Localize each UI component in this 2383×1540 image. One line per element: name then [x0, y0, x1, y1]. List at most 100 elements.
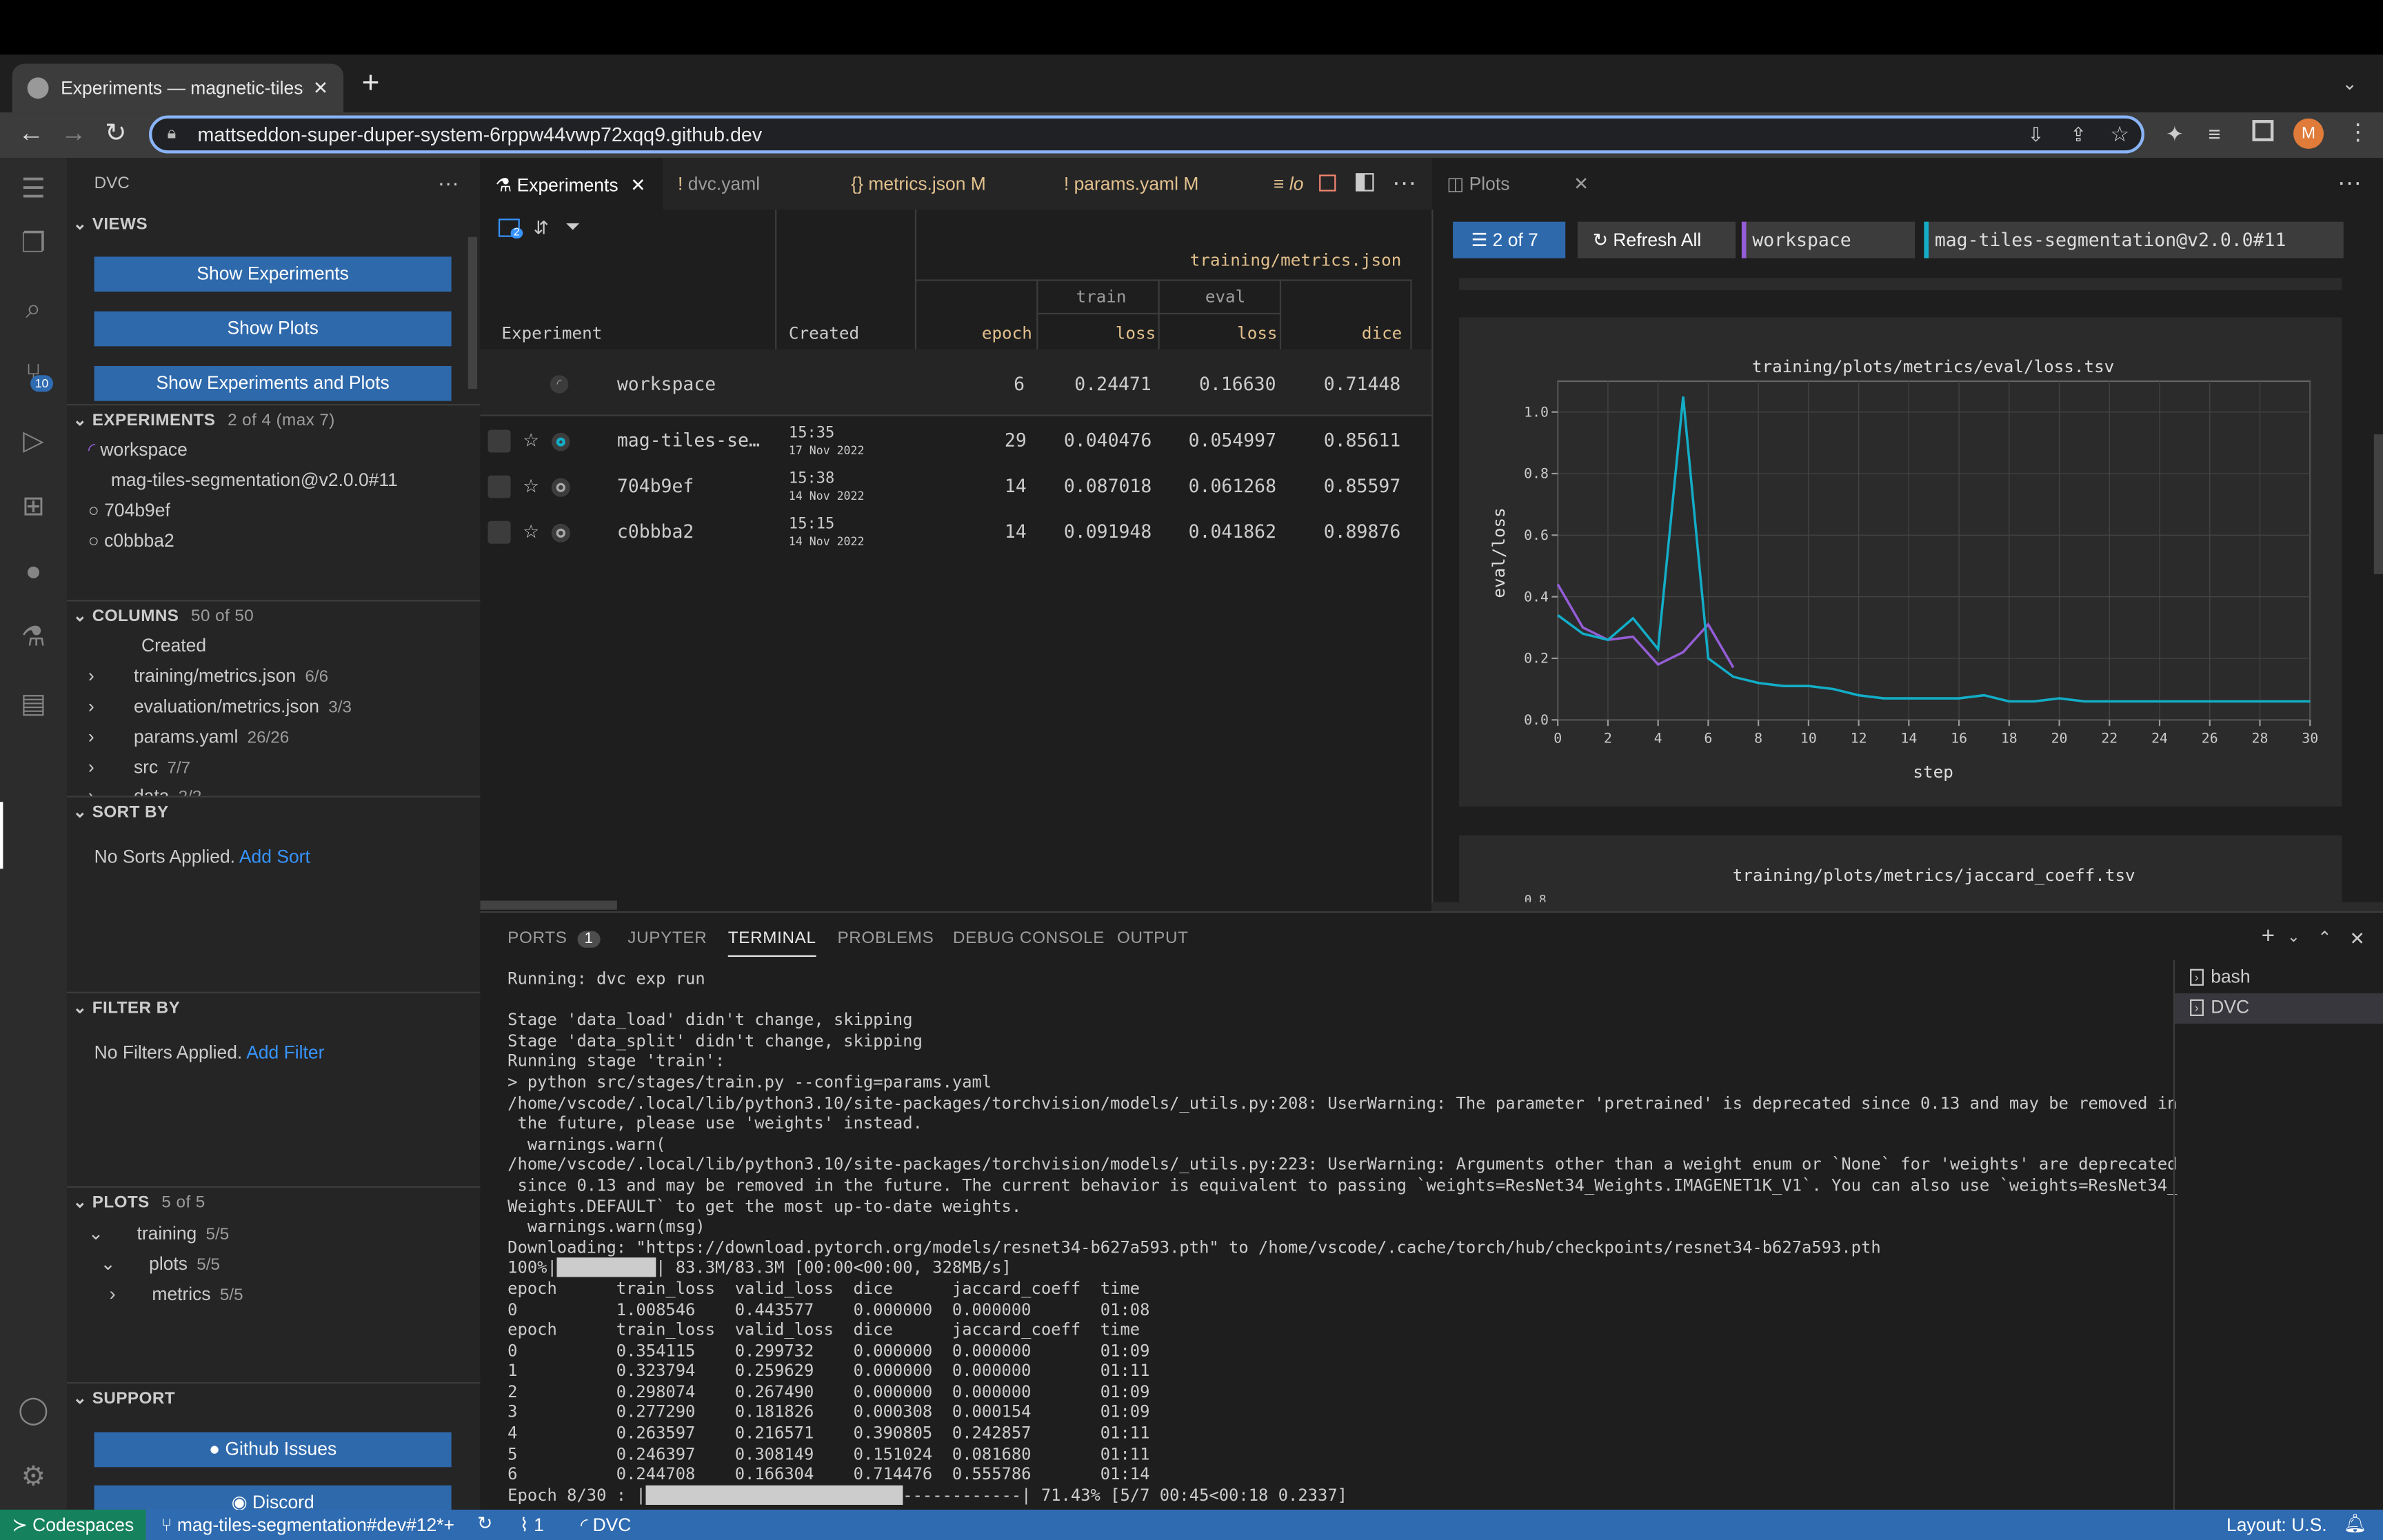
column-item-data[interactable]: ›data2/2: [88, 785, 202, 796]
tab-jupyter[interactable]: JUPYTER: [627, 929, 707, 947]
accounts-icon[interactable]: ◯: [15, 1391, 52, 1428]
columns-section-header[interactable]: ⌄ COLUMNS 50 of 50: [73, 606, 254, 625]
toolbar-sort-icon[interactable]: ⇵: [534, 217, 549, 239]
show-experiments-button[interactable]: Show Experiments: [94, 256, 452, 292]
star-icon[interactable]: ☆: [523, 476, 539, 497]
bookmark-star-icon[interactable]: ☆: [2110, 121, 2129, 147]
row-checkbox[interactable]: [487, 520, 511, 544]
settings-icon[interactable]: ⚙: [15, 1458, 52, 1495]
tab-plots[interactable]: ◫ Plots ✕: [1431, 158, 1599, 210]
close-tab-icon[interactable]: ✕: [1573, 173, 1589, 194]
new-tab-button[interactable]: +: [362, 67, 380, 102]
reload-icon[interactable]: ↻: [105, 119, 126, 149]
close-tab-icon[interactable]: ✕: [630, 174, 645, 196]
sync-icon[interactable]: ↻: [477, 1512, 492, 1534]
extensions-puzzle-icon[interactable]: ✦: [2166, 121, 2184, 147]
add-sort-link[interactable]: Add Sort: [239, 846, 310, 867]
column-item-params[interactable]: › params.yaml 26/26: [88, 726, 289, 747]
keyboard-layout[interactable]: Layout: U.S.: [2226, 1514, 2327, 1536]
plots-scrollbar[interactable]: [2373, 434, 2383, 574]
show-plots-button[interactable]: Show Plots: [94, 311, 452, 347]
plots-more-icon[interactable]: ···: [2337, 170, 2362, 198]
close-tab-icon[interactable]: ✕: [313, 77, 328, 99]
revision-chip-mag-tiles[interactable]: mag-tiles-segmentation@v2.0.0#11: [1924, 221, 2344, 259]
maximize-panel-icon[interactable]: ⌃: [2317, 928, 2331, 947]
experiments-section-header[interactable]: ⌄ EXPERIMENTS 2 of 4 (max 7): [73, 410, 335, 429]
tab-problems[interactable]: PROBLEMS: [837, 929, 934, 947]
filter-section-header[interactable]: ⌄ FILTER BY: [73, 998, 180, 1017]
terminal-item-dvc[interactable]: › DVC: [2190, 996, 2249, 1017]
tab-ports[interactable]: PORTS 1: [507, 929, 601, 948]
col-epoch[interactable]: epoch: [982, 323, 1032, 343]
plot-tree-metrics[interactable]: › metrics 5/5: [110, 1284, 243, 1305]
profile-avatar[interactable]: M: [2293, 118, 2324, 149]
row-checkbox[interactable]: [487, 429, 511, 453]
experiment-item-mag-tiles[interactable]: mag-tiles-segmentation@v2.0.0#11: [111, 469, 398, 491]
col-dice[interactable]: dice: [1362, 323, 1402, 343]
discord-button[interactable]: ◉ Discord: [94, 1485, 452, 1510]
address-bar[interactable]: 🔒︎ mattseddon-super-duper-system-6rppw44…: [149, 115, 2144, 154]
extensions-icon[interactable]: ⊞: [15, 487, 52, 524]
column-item-training-metrics[interactable]: › training/metrics.json 6/6: [88, 665, 328, 687]
back-icon[interactable]: ←: [18, 119, 43, 149]
terminal-dropdown-icon[interactable]: ⌄: [2287, 929, 2300, 946]
github-icon[interactable]: ●: [15, 553, 52, 589]
sidepanel-icon[interactable]: [2252, 120, 2274, 141]
browser-tab[interactable]: Experiments — magnetic-tiles- ✕: [12, 63, 344, 113]
unselected-dot-icon[interactable]: [552, 524, 570, 543]
star-icon[interactable]: ☆: [523, 430, 539, 452]
branch-indicator[interactable]: ⑂ mag-tiles-segmentation#dev#12*+: [161, 1514, 454, 1536]
github-issues-button[interactable]: ● Github Issues: [94, 1432, 452, 1468]
tab-search-icon[interactable]: ⌄: [2342, 73, 2357, 94]
media-icon[interactable]: ≡: [2209, 121, 2221, 145]
forward-icon[interactable]: →: [61, 119, 86, 149]
experiment-item-workspace[interactable]: ◜ workspace: [88, 439, 188, 460]
plot-tree-training[interactable]: ⌄ training 5/5: [88, 1223, 229, 1244]
tab-debug-console[interactable]: DEBUG CONSOLE: [953, 929, 1105, 947]
add-filter-link[interactable]: Add Filter: [246, 1042, 324, 1063]
selected-dot-icon[interactable]: [552, 432, 570, 452]
col-train-loss[interactable]: loss: [1116, 323, 1156, 343]
share-icon[interactable]: ⇪: [2070, 123, 2087, 147]
tab-dvc-yaml[interactable]: ! dvc.yaml: [663, 158, 829, 210]
experiment-item-c0bbba2[interactable]: ○ c0bbba2: [88, 530, 174, 551]
dvc-status[interactable]: ◜ DVC: [581, 1514, 631, 1536]
tab-metrics-json[interactable]: {} metrics.json M: [836, 158, 1043, 210]
column-item-evaluation-metrics[interactable]: › evaluation/metrics.json 3/3: [88, 696, 352, 717]
terminal-item-bash[interactable]: › bash: [2190, 966, 2251, 987]
tab-experiments[interactable]: ⚗ Experiments ✕: [480, 158, 663, 210]
split-editor-icon[interactable]: [1356, 173, 1374, 192]
stop-icon[interactable]: [1319, 174, 1336, 192]
selected-revisions-button[interactable]: ☰ 2 of 7: [1453, 221, 1566, 259]
experiment-item-704b9ef[interactable]: ○ 704b9ef: [88, 500, 170, 521]
new-terminal-icon[interactable]: +: [2262, 924, 2275, 949]
table-scrollbar[interactable]: [467, 243, 478, 389]
more-actions-icon[interactable]: ···: [1392, 170, 1416, 198]
notifications-bell-icon[interactable]: 🔔︎: [2344, 1512, 2367, 1534]
support-section-header[interactable]: ⌄ SUPPORT: [73, 1388, 175, 1408]
explorer-icon[interactable]: ❐: [15, 225, 52, 261]
plot-card-jaccard[interactable]: training/plots/metrics/jaccard_coeff.tsv…: [1458, 835, 2342, 902]
run-debug-icon[interactable]: ▷: [15, 422, 52, 458]
remote-indicator[interactable]: ≻ Codespaces: [0, 1509, 146, 1540]
flask-icon[interactable]: ⚗: [15, 618, 52, 655]
column-item-created[interactable]: Created: [141, 635, 206, 656]
menu-icon[interactable]: ☰: [15, 170, 52, 207]
close-panel-icon[interactable]: ✕: [2350, 928, 2365, 949]
star-icon[interactable]: ☆: [523, 521, 539, 543]
tab-params-yaml[interactable]: ! params.yaml M: [1049, 158, 1247, 210]
views-section-header[interactable]: ⌄ VIEWS: [73, 214, 148, 234]
col-created[interactable]: Created: [789, 323, 859, 343]
unselected-dot-icon[interactable]: [552, 478, 570, 497]
column-item-src[interactable]: › src 7/7: [88, 756, 190, 778]
refresh-all-button[interactable]: ↻ Refresh All: [1577, 221, 1736, 259]
install-icon[interactable]: ⇩: [2027, 123, 2044, 147]
sidebar-more-icon[interactable]: ···: [438, 170, 459, 194]
tab-log[interactable]: ≡ lo: [1258, 158, 1319, 210]
browser-menu-icon[interactable]: ⋮: [2346, 119, 2369, 145]
plot-tree-plots[interactable]: ⌄ plots 5/5: [100, 1253, 220, 1275]
tab-output[interactable]: OUTPUT: [1117, 929, 1189, 947]
plots-section-header[interactable]: ⌄ PLOTS 5 of 5: [73, 1193, 205, 1212]
plot-card-eval-loss[interactable]: training/plots/metrics/eval/loss.tsv ste…: [1458, 317, 2342, 807]
ports-indicator[interactable]: ⌇ 1: [520, 1514, 544, 1536]
